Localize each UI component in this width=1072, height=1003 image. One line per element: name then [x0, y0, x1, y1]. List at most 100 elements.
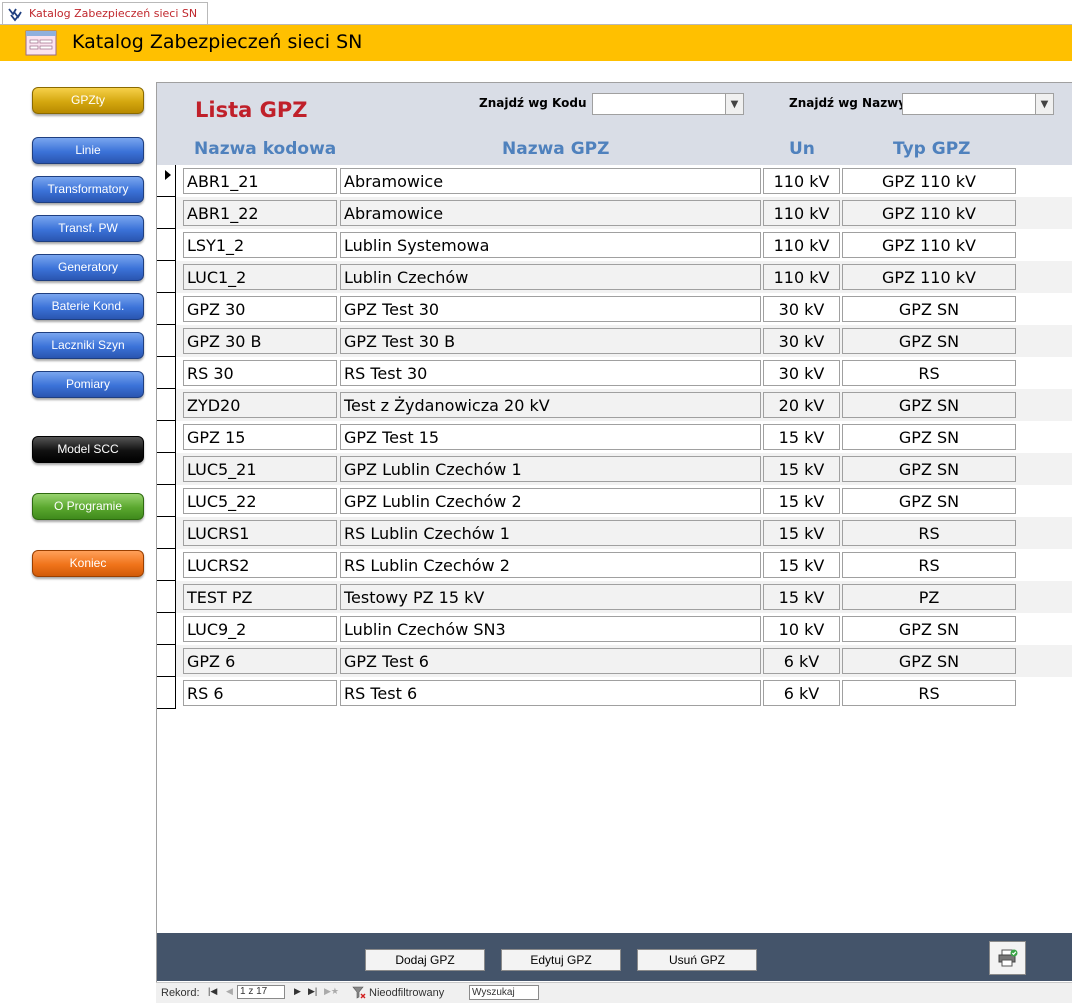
cell-type[interactable]: RS	[842, 552, 1016, 578]
cell-name[interactable]: Test z Żydanowicza 20 kV	[340, 392, 761, 418]
table-row[interactable]: LUC5_21 GPZ Lublin Czechów 1 15 kV GPZ SN	[157, 453, 1072, 485]
cell-type[interactable]: GPZ SN	[842, 648, 1016, 674]
cell-un[interactable]: 30 kV	[763, 328, 840, 354]
cell-name[interactable]: GPZ Test 30	[340, 296, 761, 322]
record-selector[interactable]	[157, 165, 176, 197]
cell-code[interactable]: GPZ 30 B	[183, 328, 337, 354]
cell-name[interactable]: RS Lublin Czechów 2	[340, 552, 761, 578]
cell-type[interactable]: GPZ 110 kV	[842, 200, 1016, 226]
cell-type[interactable]: GPZ SN	[842, 616, 1016, 642]
print-preview-button[interactable]	[989, 941, 1026, 975]
cell-type[interactable]: GPZ SN	[842, 392, 1016, 418]
new-record-icon[interactable]: ▶★	[324, 986, 339, 997]
cell-name[interactable]: Abramowice	[340, 200, 761, 226]
last-record-icon[interactable]: ▶|	[308, 986, 317, 997]
cell-type[interactable]: RS	[842, 360, 1016, 386]
record-selector[interactable]	[157, 581, 176, 613]
cell-code[interactable]: LUC5_21	[183, 456, 337, 482]
nav-transf-pw-button[interactable]: Transf. PW	[32, 215, 144, 242]
cell-code[interactable]: TEST PZ	[183, 584, 337, 610]
table-row[interactable]: GPZ 6 GPZ Test 66 kV GPZ SN	[157, 645, 1072, 677]
record-selector[interactable]	[157, 421, 176, 453]
table-row[interactable]: RS 6 RS Test 66 kV RS	[157, 677, 1072, 709]
chevron-down-icon[interactable]: ▼	[1035, 94, 1053, 114]
cell-code[interactable]: ZYD20	[183, 392, 337, 418]
cell-un[interactable]: 6 kV	[763, 648, 840, 674]
next-record-icon[interactable]: ▶	[294, 986, 301, 997]
table-row[interactable]: ABR1_21 Abramowice 110 kV GPZ 110 kV	[157, 165, 1072, 197]
cell-un[interactable]: 6 kV	[763, 680, 840, 706]
record-selector[interactable]	[157, 453, 176, 485]
table-row[interactable]: GPZ 30 GPZ Test 30 30 kV GPZ SN	[157, 293, 1072, 325]
chevron-down-icon[interactable]: ▼	[725, 94, 743, 114]
cell-un[interactable]: 15 kV	[763, 424, 840, 450]
cell-code[interactable]: GPZ 6	[183, 648, 337, 674]
table-row[interactable]: LUCRS1 RS Lublin Czechów 1 15 kV RS	[157, 517, 1072, 549]
find-by-name-combo[interactable]: ▼	[902, 93, 1054, 115]
table-row[interactable]: LUC5_22 GPZ Lublin Czechów 2 15 kV GPZ SN	[157, 485, 1072, 517]
cell-un[interactable]: 110 kV	[763, 264, 840, 290]
nav-o-programie-button[interactable]: O Programie	[32, 493, 144, 520]
cell-code[interactable]: RS 6	[183, 680, 337, 706]
cell-type[interactable]: GPZ 110 kV	[842, 168, 1016, 194]
table-row[interactable]: LUC1_2 Lublin Czechów 110 kV GPZ 110 kV	[157, 261, 1072, 293]
previous-record-icon[interactable]: ◀	[226, 986, 233, 997]
cell-name[interactable]: GPZ Lublin Czechów 2	[340, 488, 761, 514]
add-gpz-button[interactable]: Dodaj GPZ	[365, 949, 485, 971]
table-row[interactable]: ZYD20 Test z Żydanowicza 20 kV 20 kV GPZ SN	[157, 389, 1072, 421]
cell-code[interactable]: GPZ 15	[183, 424, 337, 450]
cell-code[interactable]: LUC5_22	[183, 488, 337, 514]
nav-linie-button[interactable]: Linie	[32, 137, 144, 164]
table-row[interactable]: GPZ 15 GPZ Test 15 15 kV GPZ SN	[157, 421, 1072, 453]
cell-code[interactable]: LUC9_2	[183, 616, 337, 642]
cell-un[interactable]: 110 kV	[763, 200, 840, 226]
cell-name[interactable]: GPZ Lublin Czechów 1	[340, 456, 761, 482]
cell-name[interactable]: Lublin Czechów	[340, 264, 761, 290]
cell-un[interactable]: 20 kV	[763, 392, 840, 418]
table-row[interactable]: TEST PZ Testowy PZ 15 kV 15 kV PZ	[157, 581, 1072, 613]
nav-laczniki-szyn-button[interactable]: Laczniki Szyn	[32, 332, 144, 359]
cell-name[interactable]: Lublin Czechów SN3	[340, 616, 761, 642]
record-selector[interactable]	[157, 517, 176, 549]
record-selector[interactable]	[157, 645, 176, 677]
cell-code[interactable]: ABR1_22	[183, 200, 337, 226]
table-row[interactable]: LUC9_2 Lublin Czechów SN3 10 kV GPZ SN	[157, 613, 1072, 645]
cell-name[interactable]: Abramowice	[340, 168, 761, 194]
nav-model-scc-button[interactable]: Model SCC	[32, 436, 144, 463]
first-record-icon[interactable]: |◀	[208, 986, 217, 997]
table-row[interactable]: GPZ 30 B GPZ Test 30 B 30 kV GPZ SN	[157, 325, 1072, 357]
record-selector[interactable]	[157, 485, 176, 517]
cell-name[interactable]: GPZ Test 15	[340, 424, 761, 450]
find-by-code-combo[interactable]: ▼	[592, 93, 744, 115]
cell-type[interactable]: GPZ 110 kV	[842, 264, 1016, 290]
record-position-input[interactable]: 1 z 17	[237, 985, 285, 999]
delete-gpz-button[interactable]: Usuń GPZ	[637, 949, 757, 971]
cell-un[interactable]: 15 kV	[763, 520, 840, 546]
cell-code[interactable]: GPZ 30	[183, 296, 337, 322]
nav-pomiary-button[interactable]: Pomiary	[32, 371, 144, 398]
cell-code[interactable]: LUC1_2	[183, 264, 337, 290]
edit-gpz-button[interactable]: Edytuj GPZ	[501, 949, 621, 971]
document-tab[interactable]: Katalog Zabezpieczeń sieci SN	[2, 2, 209, 24]
nav-koniec-button[interactable]: Koniec	[32, 550, 144, 577]
cell-un[interactable]: 15 kV	[763, 488, 840, 514]
cell-name[interactable]: RS Test 30	[340, 360, 761, 386]
cell-un[interactable]: 15 kV	[763, 552, 840, 578]
filter-status[interactable]: Nieodfiltrowany	[352, 986, 444, 999]
cell-code[interactable]: RS 30	[183, 360, 337, 386]
record-selector[interactable]	[157, 229, 176, 261]
cell-un[interactable]: 15 kV	[763, 584, 840, 610]
record-selector[interactable]	[157, 357, 176, 389]
cell-code[interactable]: ABR1_21	[183, 168, 337, 194]
nav-transformatory-button[interactable]: Transformatory	[32, 176, 144, 203]
record-selector[interactable]	[157, 677, 176, 709]
cell-type[interactable]: PZ	[842, 584, 1016, 610]
record-selector[interactable]	[157, 197, 176, 229]
search-box[interactable]: Wyszukaj	[469, 985, 539, 1000]
cell-un[interactable]: 15 kV	[763, 456, 840, 482]
nav-gpzty-button[interactable]: GPZty	[32, 87, 144, 114]
cell-type[interactable]: GPZ SN	[842, 456, 1016, 482]
cell-name[interactable]: GPZ Test 6	[340, 648, 761, 674]
cell-code[interactable]: LUCRS2	[183, 552, 337, 578]
cell-un[interactable]: 30 kV	[763, 360, 840, 386]
